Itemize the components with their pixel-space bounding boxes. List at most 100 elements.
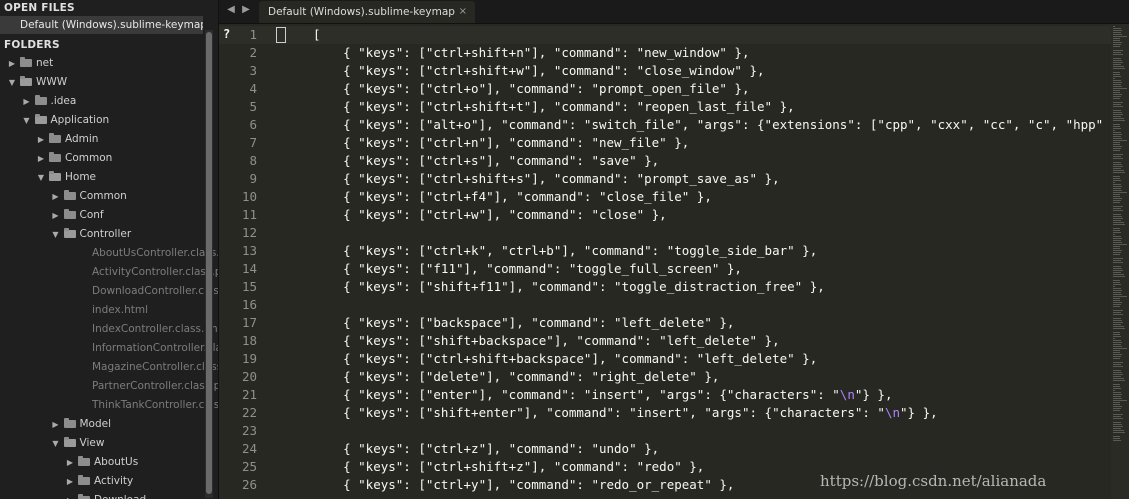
minimap-line bbox=[1113, 260, 1122, 261]
minimap-line bbox=[1113, 228, 1120, 229]
tree-folder-item[interactable]: ▼ WWW bbox=[0, 73, 212, 92]
tree-folder-item[interactable]: ▶ Download bbox=[0, 491, 218, 499]
minimap-line bbox=[1113, 426, 1123, 427]
code-text: { "keys": ["ctrl+w"], "command": "close"… bbox=[313, 206, 667, 224]
tree-folder-item[interactable]: ▶ Common bbox=[0, 149, 218, 168]
chevron-right-icon[interactable]: ▶ bbox=[37, 149, 45, 168]
minimap-line bbox=[1113, 372, 1122, 373]
tree-folder-item[interactable]: ▶ Admin bbox=[0, 130, 218, 149]
minimap-line bbox=[1113, 216, 1122, 217]
close-icon[interactable]: × bbox=[459, 1, 467, 23]
minimap-line bbox=[1113, 266, 1121, 267]
minimap-line bbox=[1113, 40, 1120, 41]
chevron-right-icon[interactable]: ▶ bbox=[52, 206, 60, 225]
chevron-right-icon[interactable]: ▶ bbox=[23, 92, 31, 111]
tree-file-item[interactable]: MagazineController.class.php bbox=[0, 358, 218, 377]
minimap-line bbox=[1113, 274, 1124, 275]
tree-folder-item[interactable]: ▶ .idea bbox=[0, 92, 218, 111]
minimap-line bbox=[1113, 428, 1121, 429]
minimap-line bbox=[1113, 236, 1122, 237]
sidebar-scrollbar[interactable] bbox=[205, 30, 213, 498]
minimap-line bbox=[1113, 356, 1121, 357]
minimap-line bbox=[1113, 416, 1122, 417]
minimap-line bbox=[1113, 140, 1127, 141]
minimap-line bbox=[1113, 326, 1124, 327]
minimap-line bbox=[1113, 42, 1122, 43]
chevron-down-icon[interactable]: ▼ bbox=[37, 168, 45, 187]
tree-file-item[interactable]: AboutUsController.class.php bbox=[0, 244, 218, 263]
tree-item-label: WWW bbox=[36, 76, 68, 88]
chevron-right-icon[interactable]: ▶ bbox=[66, 472, 74, 491]
triangle-right-icon[interactable]: ▶ bbox=[240, 4, 252, 15]
minimap-line bbox=[1113, 406, 1122, 407]
tree-file-item[interactable]: DownloadController.class.php bbox=[0, 282, 218, 301]
escape-sequence: \n bbox=[884, 405, 901, 420]
tree-item-label: Common bbox=[65, 152, 113, 164]
minimap-line bbox=[1113, 244, 1127, 245]
tree-file-item[interactable]: ActivityController.class.php bbox=[0, 263, 218, 282]
chevron-down-icon[interactable]: ▼ bbox=[52, 434, 60, 453]
tab-default-keymap[interactable]: Default (Windows).sublime-keymap × bbox=[259, 1, 475, 23]
line-number: 26 bbox=[241, 477, 257, 492]
tree-folder-item[interactable]: ▶ Conf bbox=[0, 206, 218, 225]
line-number: 25 bbox=[241, 459, 257, 474]
folder-icon bbox=[63, 418, 76, 428]
chevron-right-icon[interactable]: ▶ bbox=[52, 187, 60, 206]
minimap-line bbox=[1113, 358, 1120, 359]
chevron-right-icon[interactable]: ▶ bbox=[66, 491, 74, 499]
minimap-line bbox=[1113, 82, 1122, 83]
minimap-line bbox=[1113, 28, 1122, 29]
minimap-line bbox=[1113, 392, 1122, 393]
tree-folder-item[interactable]: ▼ Controller bbox=[0, 225, 218, 244]
tree-file-item[interactable]: InformationController.class.php bbox=[0, 339, 218, 358]
code-text: { "keys": ["shift+f11"], "command": "tog… bbox=[313, 278, 825, 296]
minimap-line bbox=[1113, 346, 1123, 347]
bracket-match-box bbox=[276, 27, 286, 43]
minimap-line bbox=[1113, 362, 1123, 363]
tree-item-label: index.html bbox=[92, 304, 148, 316]
tree-item-label: Common bbox=[79, 190, 127, 202]
code-segment: "} }, bbox=[900, 405, 938, 420]
folder-open-icon bbox=[34, 114, 47, 124]
minimap-line bbox=[1113, 106, 1123, 107]
minimap-line bbox=[1113, 370, 1121, 371]
minimap-line bbox=[1113, 96, 1121, 97]
minimap-line bbox=[1113, 252, 1121, 253]
tree-folder-item[interactable]: ▼ Home bbox=[0, 168, 218, 187]
minimap-line bbox=[1113, 36, 1127, 37]
tree-file-item[interactable]: ThinkTankController.class.php bbox=[0, 396, 218, 415]
open-file-item[interactable]: Default (Windows).sublime-keymap bbox=[0, 16, 203, 34]
line-number: 15 bbox=[241, 279, 257, 294]
minimap[interactable] bbox=[1111, 24, 1129, 499]
chevron-down-icon[interactable]: ▼ bbox=[52, 225, 60, 244]
tree-folder-item[interactable]: ▼ View bbox=[0, 434, 218, 453]
line-number: 18 bbox=[241, 333, 257, 348]
folder-open-icon bbox=[63, 228, 76, 238]
chevron-right-icon[interactable]: ▶ bbox=[52, 415, 60, 434]
tree-file-item[interactable]: IndexController.class.php bbox=[0, 320, 218, 339]
minimap-line bbox=[1113, 318, 1121, 319]
chevron-down-icon[interactable]: ▼ bbox=[23, 111, 31, 130]
chevron-right-icon[interactable]: ▶ bbox=[8, 54, 16, 73]
line-number: 2 bbox=[249, 45, 257, 60]
tree-folder-item[interactable]: ▶ Activity bbox=[0, 472, 218, 491]
folder-open-icon bbox=[63, 437, 76, 447]
tree-item-label: PartnerController.class.php bbox=[92, 380, 218, 392]
chevron-right-icon[interactable]: ▶ bbox=[66, 453, 74, 472]
tree-file-item[interactable]: index.html bbox=[0, 301, 218, 320]
tree-folder-item[interactable]: ▶ Common bbox=[0, 187, 218, 206]
chevron-down-icon[interactable]: ▼ bbox=[8, 73, 16, 92]
tree-folder-item[interactable]: ▶ AboutUs bbox=[0, 453, 218, 472]
sidebar-scrollbar-thumb[interactable] bbox=[206, 32, 212, 494]
watermark: https://blog.csdn.net/alianada bbox=[820, 472, 1047, 490]
code-text: { "keys": ["shift+backspace"], "command"… bbox=[313, 332, 780, 350]
tree-folder-item[interactable]: ▶ Model bbox=[0, 415, 218, 434]
triangle-left-icon[interactable]: ◀ bbox=[225, 4, 237, 15]
code-editor[interactable]: ? 1[2 { "keys": ["ctrl+shift+n"], "comma… bbox=[219, 24, 1111, 499]
chevron-right-icon[interactable]: ▶ bbox=[37, 130, 45, 149]
tree-file-item[interactable]: PartnerController.class.php bbox=[0, 377, 218, 396]
tree-folder-item[interactable]: ▼ Application bbox=[0, 111, 218, 130]
line-number: 8 bbox=[249, 153, 257, 168]
tree-folder-item[interactable]: ▶ net bbox=[0, 54, 212, 73]
tree-item-label: ActivityController.class.php bbox=[92, 266, 218, 278]
